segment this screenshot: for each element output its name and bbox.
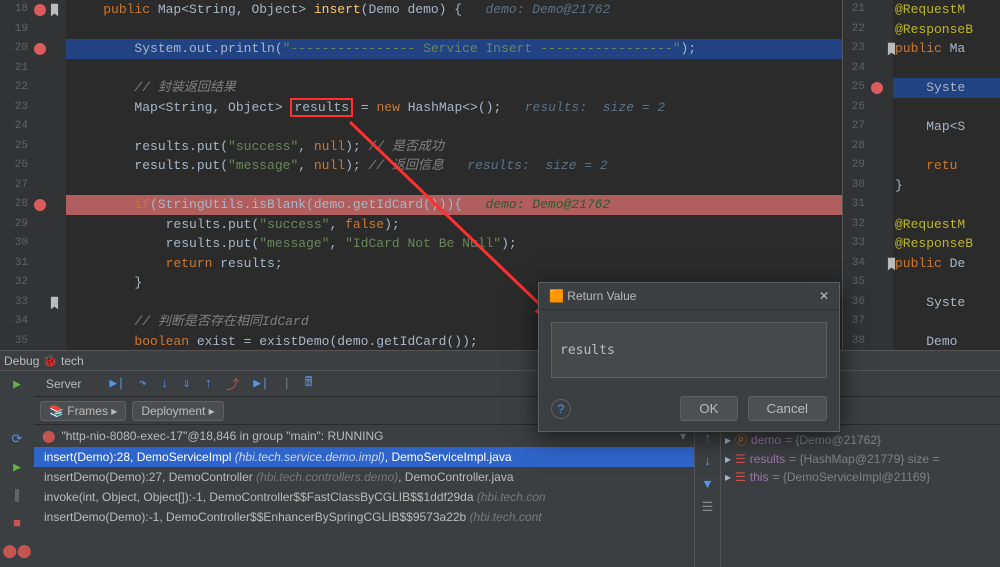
close-icon[interactable]: ✕ xyxy=(819,289,829,303)
evaluate-expression-icon[interactable]: 🖩 xyxy=(305,373,313,395)
line-number[interactable]: 25 xyxy=(0,137,28,157)
stop-icon[interactable]: ■ xyxy=(0,509,34,537)
bookmark-icon xyxy=(50,3,59,17)
line-number[interactable]: 30 xyxy=(843,176,865,196)
pause-icon[interactable]: ∥ xyxy=(0,481,34,509)
line-number[interactable]: 34 xyxy=(0,312,28,332)
variable-row[interactable]: ▸ ⓟ demo = {Demo@21762} xyxy=(721,429,1000,450)
breakpoint-icon[interactable] xyxy=(34,4,46,16)
frames-tab[interactable]: 📚 Frames ▸ xyxy=(40,401,126,421)
line-number[interactable]: 38 xyxy=(843,332,865,352)
field-icon: ☰ xyxy=(735,470,746,484)
line-number[interactable]: 21 xyxy=(0,59,28,79)
app-icon: 🟧 xyxy=(549,289,564,303)
drop-frame-icon[interactable]: ⤴ xyxy=(226,374,239,393)
deployment-tab[interactable]: Deployment ▸ xyxy=(132,401,223,421)
line-number[interactable]: 26 xyxy=(0,156,28,176)
arrow-up-icon[interactable]: ↑ xyxy=(704,431,712,446)
left-gutter: 18 19 20 21 22 23 24 25 26 27 28 29 30 3… xyxy=(0,0,66,350)
line-number[interactable]: 18 xyxy=(0,0,28,20)
return-value-dialog: 🟧 Return Value ✕ ? OK Cancel xyxy=(538,282,840,432)
line-number[interactable]: 24 xyxy=(0,117,28,137)
variable-row[interactable]: ▸ ☰ this = {DemoServiceImpl@21169} xyxy=(721,468,1000,486)
line-number[interactable]: 31 xyxy=(843,195,865,215)
step-into-icon[interactable]: ↓ xyxy=(161,376,169,391)
stack-frame[interactable]: invoke(int, Object, Object[]):-1, DemoCo… xyxy=(34,487,694,507)
line-number[interactable]: 34 xyxy=(843,254,865,274)
line-number[interactable]: 31 xyxy=(0,254,28,274)
frames-tabs: 📚 Frames ▸ Deployment ▸ xyxy=(34,397,1000,425)
line-number[interactable]: 27 xyxy=(843,117,865,137)
frames-panel: ⬤ "http-nio-8080-exec-17"@18,846 in grou… xyxy=(34,425,694,567)
debug-panels: ⟳ ▶ ∥ ■ ⬤⬤ ⬤ "http-nio-8080-exec-17"@18,… xyxy=(0,425,1000,567)
resume-icon[interactable]: ▶ xyxy=(0,453,34,481)
line-number[interactable]: 37 xyxy=(843,312,865,332)
view-breakpoints-icon[interactable]: ⬤⬤ xyxy=(0,537,34,565)
line-number[interactable]: 28 xyxy=(843,137,865,157)
help-icon[interactable]: ? xyxy=(551,399,571,419)
line-number[interactable]: 26 xyxy=(843,98,865,118)
stack-frame[interactable]: insert(Demo):28, DemoServiceImpl (hbi.te… xyxy=(34,447,694,467)
vars-side-toolbar: ↑ ↓ ▼ ☰ xyxy=(694,425,720,567)
line-number[interactable]: 29 xyxy=(843,156,865,176)
settings-icon[interactable]: ☰ xyxy=(702,500,714,515)
line-number[interactable]: 23 xyxy=(843,39,865,59)
step-out-icon[interactable]: ↑ xyxy=(204,376,212,391)
line-number[interactable]: 30 xyxy=(0,234,28,254)
ok-button[interactable]: OK xyxy=(680,396,737,421)
breakpoint-icon[interactable] xyxy=(34,43,46,55)
line-number[interactable]: 28 xyxy=(0,195,28,215)
line-number[interactable]: 29 xyxy=(0,215,28,235)
dialog-titlebar[interactable]: 🟧 Return Value ✕ xyxy=(539,283,839,310)
right-gutter: 21 22 23 24 25 26 27 28 29 30 31 32 33 3… xyxy=(843,0,893,350)
line-number[interactable]: 33 xyxy=(0,293,28,313)
force-step-into-icon[interactable]: ⇓ xyxy=(183,376,191,391)
bookmark-icon xyxy=(887,257,896,271)
line-number[interactable]: 32 xyxy=(843,215,865,235)
debug-toolbar: Server ▶| ↷ ↓ ⇓ ↑ ⤴ ▶| | 🖩 xyxy=(34,371,1000,397)
code-editor-right[interactable]: @RequestM @ResponseB public Ma Syste Map… xyxy=(893,0,1000,350)
bookmark-icon xyxy=(50,296,59,310)
debug-toolwindow-tab[interactable]: Debug 🐞 tech xyxy=(0,350,1000,371)
line-number[interactable]: 20 xyxy=(0,39,28,59)
line-number[interactable]: 27 xyxy=(0,176,28,196)
breakpoint-icon[interactable] xyxy=(871,82,883,94)
line-number[interactable]: 25 xyxy=(843,78,865,98)
update-icon[interactable]: ⟳ xyxy=(0,425,34,453)
step-over-icon[interactable]: ↷ xyxy=(139,376,147,391)
line-number[interactable]: 33 xyxy=(843,234,865,254)
line-number[interactable]: 21 xyxy=(843,0,865,20)
line-number[interactable]: 36 xyxy=(843,293,865,313)
filter-icon[interactable]: ▼ xyxy=(704,477,712,492)
line-number[interactable]: 35 xyxy=(0,332,28,352)
show-execution-point-icon[interactable]: ▶| xyxy=(109,376,125,391)
editor-split: 18 19 20 21 22 23 24 25 26 27 28 29 30 3… xyxy=(0,0,1000,350)
bookmark-icon xyxy=(887,42,896,56)
line-number[interactable]: 23 xyxy=(0,98,28,118)
rerun-icon[interactable]: ▶ xyxy=(0,371,34,397)
line-number[interactable]: 24 xyxy=(843,59,865,79)
thread-icon: ⬤ xyxy=(42,429,55,443)
stack-frame[interactable]: insertDemo(Demo):-1, DemoController$$Enh… xyxy=(34,507,694,527)
selected-variable: results xyxy=(290,98,353,117)
variable-row[interactable]: ▸ ☰ results = {HashMap@21779} size = xyxy=(721,450,1000,468)
line-number[interactable]: 19 xyxy=(0,20,28,40)
line-number[interactable]: 32 xyxy=(0,273,28,293)
bug-icon: 🐞 xyxy=(43,354,58,368)
line-number[interactable]: 22 xyxy=(843,20,865,40)
arrow-down-icon[interactable]: ↓ xyxy=(704,454,712,469)
breakpoint-icon[interactable] xyxy=(34,199,46,211)
cancel-button[interactable]: Cancel xyxy=(748,396,828,421)
run-to-cursor-icon[interactable]: ▶| xyxy=(253,376,269,391)
param-icon: ⓟ xyxy=(735,431,747,448)
tab-server[interactable]: Server xyxy=(34,371,93,396)
right-editor: 21 22 23 24 25 26 27 28 29 30 31 32 33 3… xyxy=(842,0,1000,350)
return-value-input[interactable] xyxy=(551,322,827,378)
stack-frame[interactable]: insertDemo(Demo):27, DemoController (hbi… xyxy=(34,467,694,487)
line-number[interactable]: 22 xyxy=(0,78,28,98)
variables-panel: ▸ ⓟ demo = {Demo@21762} ▸ ☰ results = {H… xyxy=(720,425,1000,567)
field-icon: ☰ xyxy=(735,452,746,466)
debug-side-toolbar: ⟳ ▶ ∥ ■ ⬤⬤ xyxy=(0,425,34,567)
line-number[interactable]: 35 xyxy=(843,273,865,293)
